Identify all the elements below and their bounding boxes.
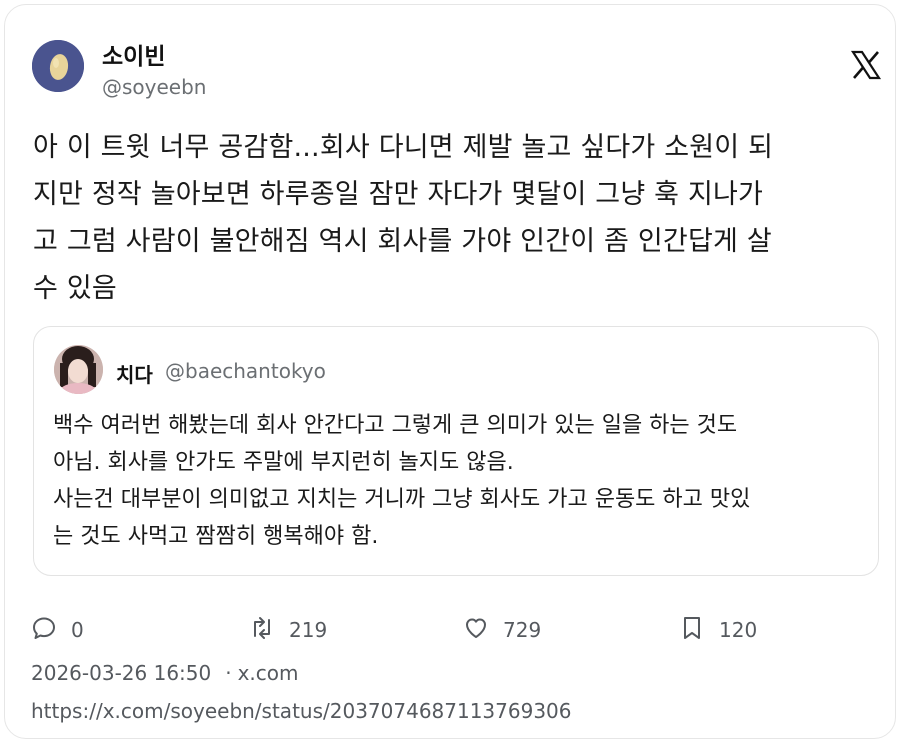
quote-text-line: 아님. 회사를 안가도 주말에 부지런히 놀지도 않음. [53, 450, 514, 475]
reply-button[interactable]: 0 [31, 615, 84, 645]
quote-text-line: 백수 여러번 해봤는데 회사 안간다고 그렇게 큰 의미가 있는 일을 하는 것… [53, 413, 738, 438]
like-button[interactable]: 729 [463, 615, 541, 645]
bookmark-button[interactable]: 120 [679, 615, 757, 645]
post-text-line: 지만 정작 놀아보면 하루종일 잠만 자다가 몇달이 그냥 훅 지나가 [33, 179, 764, 210]
post-url[interactable]: https://x.com/soyeebn/status/20370746871… [31, 699, 572, 723]
author-handle[interactable]: @soyeebn [102, 75, 206, 99]
quoted-tweet[interactable]: 치다 @baechantokyo 백수 여러번 해봤는데 회사 안간다고 그렇게… [33, 326, 879, 576]
quote-author-handle[interactable]: @baechantokyo [165, 359, 326, 383]
post-text-line: 수 있음 [33, 273, 117, 304]
action-bar: 0 219 729 120 [31, 615, 791, 645]
author-name[interactable]: 소이빈 [102, 37, 165, 71]
quote-avatar[interactable] [54, 345, 103, 394]
quote-text: 백수 여러번 해봤는데 회사 안간다고 그렇게 큰 의미가 있는 일을 하는 것… [53, 407, 868, 555]
quote-text-line: 사는건 대부분이 의미없고 지치는 거니까 그냥 회사도 가고 운동도 하고 맛… [53, 487, 751, 512]
quote-author-name[interactable]: 치다 [116, 359, 153, 388]
heart-icon [463, 615, 489, 645]
timestamp[interactable]: 2026-03-26 16:50 [31, 661, 211, 685]
post-text-line: 아 이 트윗 너무 공감함...회사 다니면 제발 놀고 싶다가 소원이 되 [33, 132, 774, 163]
x-logo-icon[interactable] [850, 49, 882, 81]
post-text-line: 고 그럼 사람이 불안해짐 역시 회사를 가야 인간이 좀 인간답게 살 [33, 226, 772, 257]
reply-icon [31, 615, 57, 645]
meta-separator: · [225, 661, 232, 685]
post-text: 아 이 트윗 너무 공감함...회사 다니면 제발 놀고 싶다가 소원이 되 지… [33, 124, 878, 312]
like-count: 729 [503, 618, 542, 642]
post-meta: 2026-03-26 16:50 · x.com [31, 661, 299, 685]
reply-count: 0 [71, 618, 84, 642]
repost-button[interactable]: 219 [249, 615, 327, 645]
bookmark-icon [679, 615, 705, 645]
tweet-card: 소이빈 @soyeebn 아 이 트윗 너무 공감함...회사 다니면 제발 놀… [4, 4, 896, 739]
repost-icon [249, 615, 275, 645]
bookmark-count: 120 [719, 618, 758, 642]
avatar[interactable] [32, 40, 84, 92]
quote-text-line: 는 것도 사먹고 짬짬히 행복해야 함. [53, 524, 379, 549]
repost-count: 219 [289, 618, 328, 642]
source-label[interactable]: x.com [238, 661, 299, 685]
